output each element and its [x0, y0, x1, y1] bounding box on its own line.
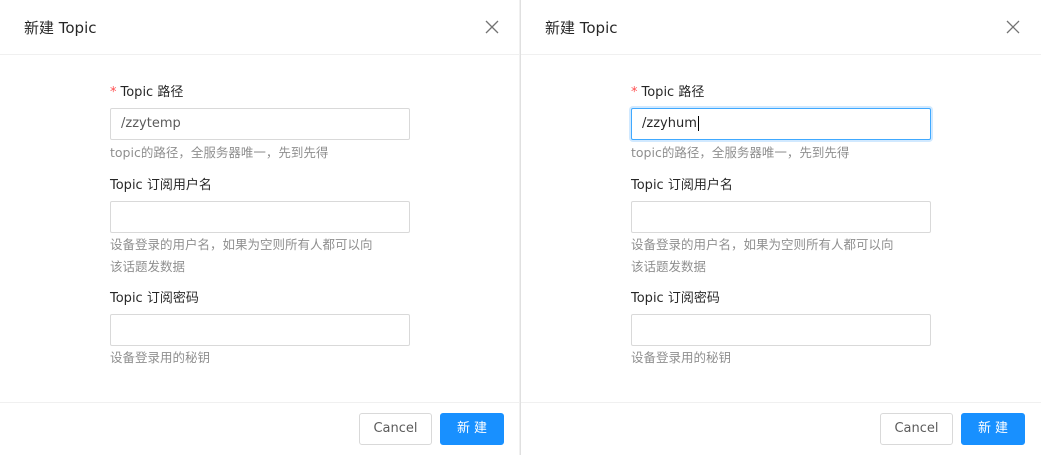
modal-title: 新建 Topic [24, 19, 97, 37]
topic-path-label: * Topic 路径 [631, 85, 705, 100]
topic-password-label: Topic 订阅密码 [110, 291, 199, 306]
topic-path-help: topic的路径，全服务器唯一，先到先得 [631, 145, 850, 160]
text-caret [697, 116, 699, 131]
topic-password-help: 设备登录用的秘钥 [110, 350, 211, 365]
topic-username-help-line1: 设备登录的用户名，如果为空则所有人都可以向 [631, 237, 894, 252]
topic-path-help: topic的路径，全服务器唯一，先到先得 [110, 145, 329, 160]
modal-title: 新建 Topic [545, 19, 618, 37]
topic-username-help-line1: 设备登录的用户名，如果为空则所有人都可以向 [110, 237, 373, 252]
new-topic-modal-left: 新建 Topic * Topic 路径 /zzytemp topic的路径，全服务… [0, 0, 520, 455]
topic-password-input[interactable] [631, 314, 931, 346]
new-topic-modal-right: 新建 Topic * Topic 路径 /zzyhum topic的路径，全服务器… [521, 0, 1041, 455]
modal-footer: Cancel 新建 [521, 402, 1041, 455]
required-mark: * [631, 85, 638, 100]
topic-path-input[interactable]: /zzyhum [631, 108, 931, 140]
modal-footer: Cancel 新建 [0, 402, 520, 455]
cancel-button[interactable]: Cancel [880, 413, 953, 445]
cancel-button[interactable]: Cancel [359, 413, 432, 445]
topic-path-input[interactable]: /zzytemp [110, 108, 410, 140]
topic-path-label: * Topic 路径 [110, 85, 184, 100]
topic-username-help-line2: 该话题发数据 [631, 259, 707, 274]
topic-password-label: Topic 订阅密码 [631, 291, 720, 306]
create-button[interactable]: 新建 [440, 413, 504, 445]
topic-username-input[interactable] [110, 201, 410, 233]
topic-username-input[interactable] [631, 201, 931, 233]
topic-password-help: 设备登录用的秘钥 [631, 350, 732, 365]
close-icon[interactable] [1003, 17, 1023, 37]
create-button[interactable]: 新建 [961, 413, 1025, 445]
modal-header: 新建 Topic [521, 0, 1041, 55]
topic-username-label: Topic 订阅用户名 [110, 178, 212, 193]
modal-header: 新建 Topic [0, 0, 520, 55]
topic-username-help-line2: 该话题发数据 [110, 259, 186, 274]
topic-password-input[interactable] [110, 314, 410, 346]
topic-username-label: Topic 订阅用户名 [631, 178, 733, 193]
close-icon[interactable] [482, 17, 502, 37]
required-mark: * [110, 85, 117, 100]
